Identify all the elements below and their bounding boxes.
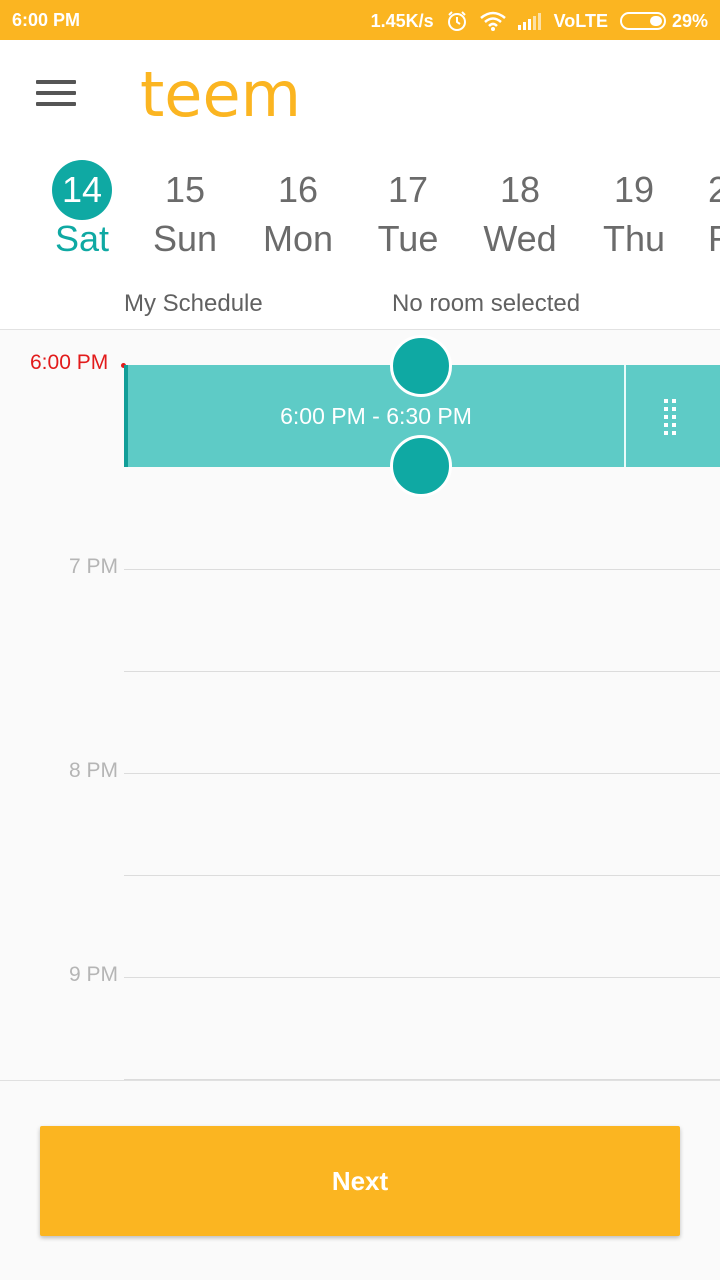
date-day-14[interactable]: 14 Sat xyxy=(32,160,132,270)
day-name: Mon xyxy=(262,218,334,259)
app-bar: teem xyxy=(0,40,720,152)
date-day-18[interactable]: 18 Wed xyxy=(470,160,570,270)
event-time-range: 6:00 PM - 6:30 PM xyxy=(280,403,472,429)
hour-label-8pm: 8 PM xyxy=(68,759,118,782)
day-number: 17 xyxy=(387,169,429,210)
grid-line-half xyxy=(124,875,720,876)
hamburger-menu-icon[interactable] xyxy=(36,80,76,110)
alarm-icon xyxy=(446,10,468,32)
grid-line-half xyxy=(124,671,720,672)
day-number: 14 xyxy=(52,160,112,220)
footer: Next xyxy=(0,1081,720,1280)
schedule-timeline[interactable]: 6:00 PM 7 PM 8 PM 9 PM 6:00 PM - 6:30 PM xyxy=(0,331,720,1081)
svg-text:teem: teem xyxy=(140,64,301,124)
net-speed: 1.45K/s xyxy=(370,10,434,31)
drag-handle-icon[interactable] xyxy=(664,399,680,435)
resize-handle-bottom[interactable] xyxy=(390,435,452,497)
grid-line xyxy=(124,773,720,774)
day-number: 16 xyxy=(277,169,319,210)
battery-icon: 29% xyxy=(619,10,708,32)
day-name: Sat xyxy=(54,218,110,259)
date-day-17[interactable]: 17 Tue xyxy=(358,160,458,270)
date-day-15[interactable]: 15 Sun xyxy=(135,160,235,270)
date-day-16[interactable]: 16 Mon xyxy=(248,160,348,270)
day-number: 15 xyxy=(164,169,206,210)
room-selector[interactable]: No room selected xyxy=(392,290,580,318)
date-day-20[interactable]: 2 F xyxy=(708,160,720,270)
sub-header: My Schedule No room selected xyxy=(0,276,720,330)
status-icons: 1.45K/s VoLTE 29% xyxy=(371,10,708,32)
day-name: Thu xyxy=(602,218,666,259)
day-name: Sun xyxy=(152,218,218,259)
date-day-19[interactable]: 19 Thu xyxy=(584,160,684,270)
status-bar: 6:00 PM 1.45K/s VoLTE 29% xyxy=(0,0,720,40)
my-schedule-label[interactable]: My Schedule xyxy=(124,290,263,318)
teem-logo: teem xyxy=(140,58,310,131)
status-time: 6:00 PM xyxy=(12,10,81,30)
grid-line xyxy=(124,569,720,570)
grid-line-half xyxy=(124,1079,720,1080)
day-number: 2 xyxy=(708,169,720,210)
next-button[interactable]: Next xyxy=(40,1126,680,1236)
network-type: VoLTE xyxy=(553,10,608,31)
resize-handle-top[interactable] xyxy=(390,335,452,397)
day-name: F xyxy=(708,218,720,259)
day-name: Wed xyxy=(483,218,557,259)
hour-label-9pm: 9 PM xyxy=(68,963,118,986)
day-name: Tue xyxy=(377,218,439,259)
battery-level: 29% xyxy=(671,10,708,31)
day-number: 18 xyxy=(499,169,541,210)
date-strip: 14 Sat 15 Sun 16 Mon 17 Tue 18 Wed 19 Th… xyxy=(0,152,720,276)
signal-icon xyxy=(517,12,542,30)
day-number: 19 xyxy=(613,169,655,210)
wifi-icon xyxy=(479,11,506,31)
grid-line xyxy=(124,977,720,978)
hour-label-7pm: 7 PM xyxy=(68,555,118,578)
event-divider xyxy=(624,365,626,467)
current-time-label: 6:00 PM xyxy=(30,351,109,374)
